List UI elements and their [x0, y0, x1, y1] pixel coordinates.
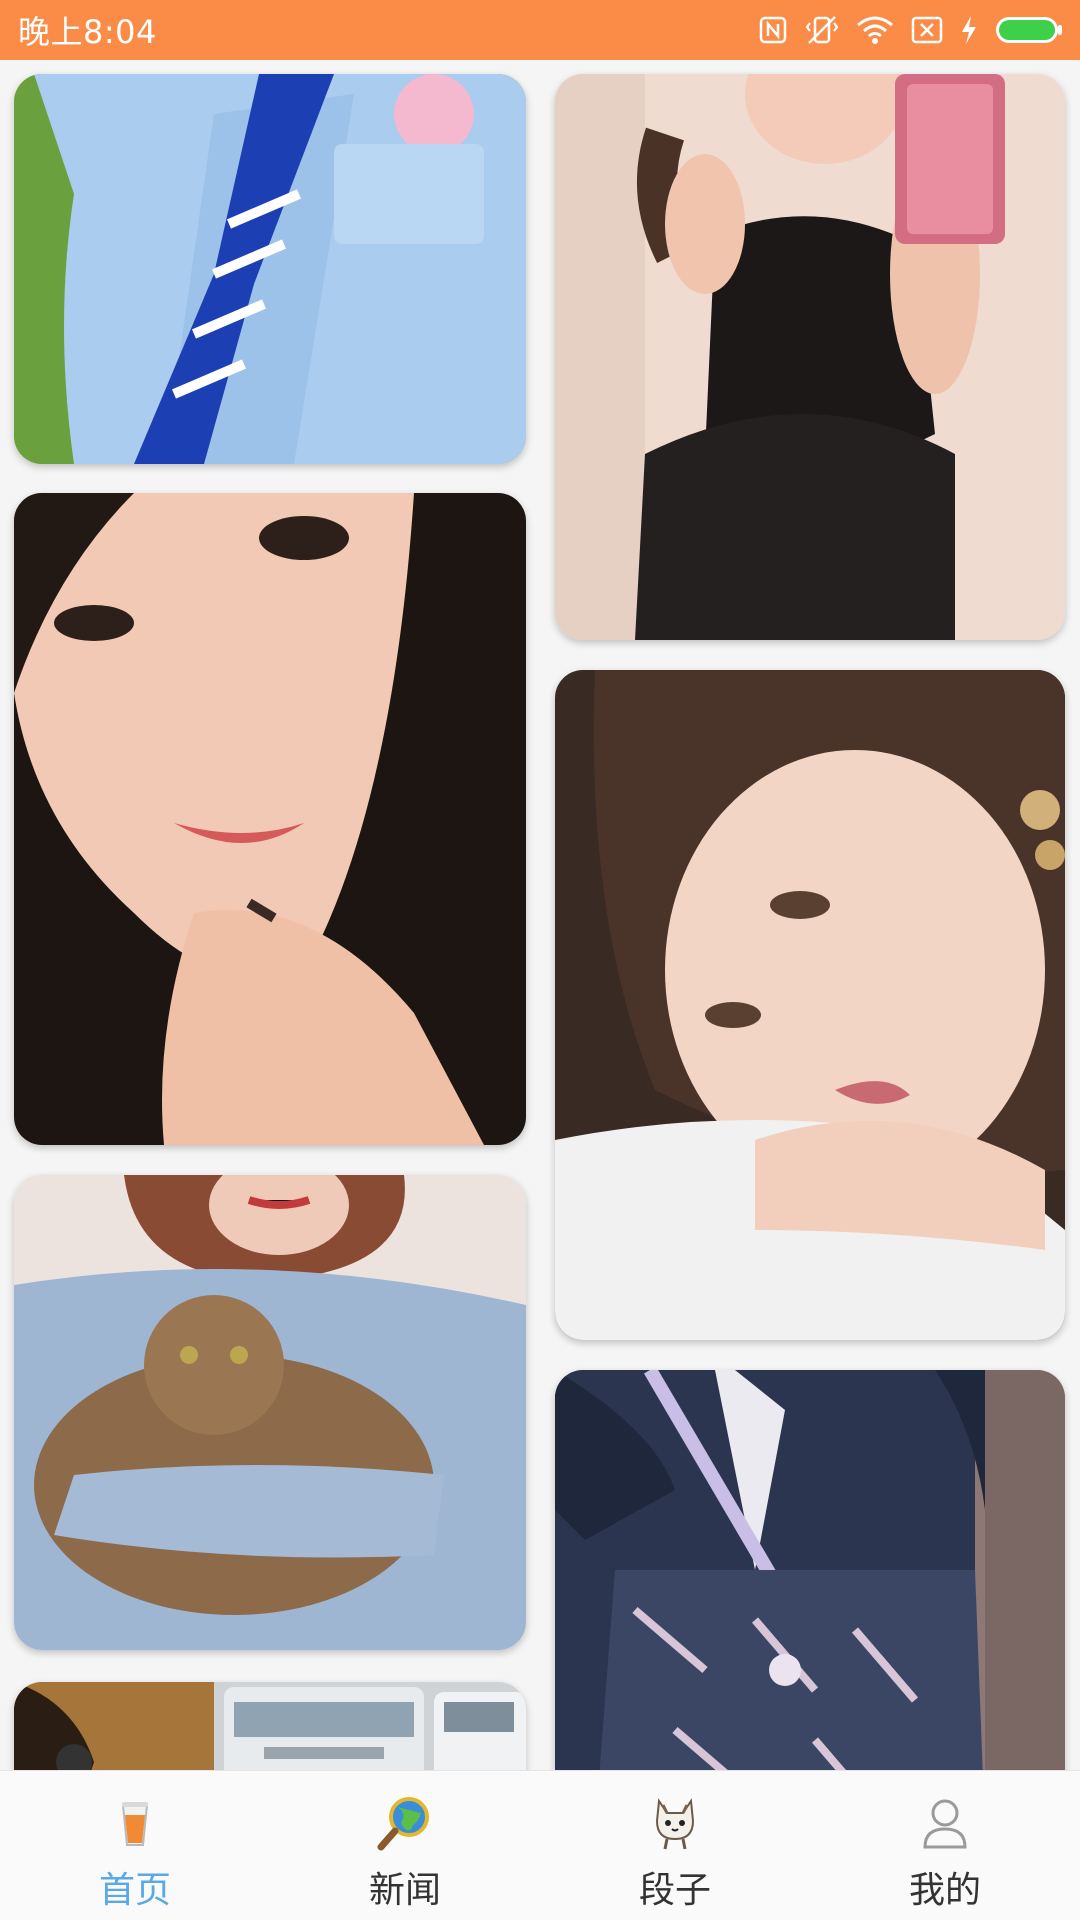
photo-card[interactable]	[14, 74, 526, 464]
status-time: 晚上8:04	[18, 13, 157, 51]
tab-profile[interactable]: 我的	[810, 1771, 1080, 1920]
vibrate-off-icon	[805, 16, 839, 44]
photo-image	[555, 74, 1065, 640]
photo-image	[14, 1682, 526, 1770]
tab-home[interactable]: 首页	[0, 1771, 270, 1920]
photo-image	[555, 1370, 1065, 1770]
photo-feed[interactable]	[0, 60, 1080, 1770]
tab-profile-label: 我的	[908, 1870, 981, 1911]
photo-image	[555, 670, 1065, 1340]
photo-image	[14, 74, 526, 464]
tab-jokes-label: 段子	[638, 1870, 711, 1911]
photo-image	[14, 1175, 526, 1650]
battery-icon	[996, 17, 1062, 43]
photo-card[interactable]	[14, 1175, 526, 1650]
photo-card[interactable]	[14, 1682, 526, 1770]
wifi-icon	[857, 16, 893, 44]
tab-news-label: 新闻	[368, 1870, 441, 1911]
juice-cup-icon	[121, 1802, 149, 1846]
photo-card[interactable]	[14, 493, 526, 1145]
tab-home-label: 首页	[98, 1870, 171, 1911]
charging-icon	[962, 16, 976, 44]
sim-off-icon	[911, 16, 943, 44]
status-bar: 晚上8:04	[0, 0, 1080, 60]
photo-card[interactable]	[555, 1370, 1065, 1770]
globe-magnifier-icon	[377, 1797, 429, 1851]
status-icons	[758, 14, 1064, 46]
bottom-navigation: 首页 新闻 段子 我的	[0, 1770, 1080, 1920]
cat-icon	[655, 1798, 695, 1850]
photo-image	[14, 493, 526, 1145]
tab-news[interactable]: 新闻	[270, 1771, 540, 1920]
nfc-icon	[759, 16, 787, 44]
photo-card[interactable]	[555, 670, 1065, 1340]
user-icon	[923, 1799, 967, 1849]
tab-jokes[interactable]: 段子	[540, 1771, 810, 1920]
photo-card[interactable]	[555, 74, 1065, 640]
